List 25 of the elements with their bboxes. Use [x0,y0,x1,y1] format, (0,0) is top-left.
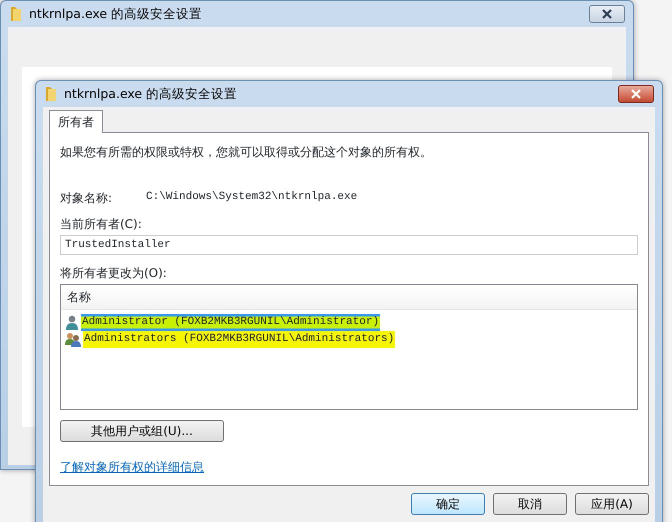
field-label: 当前所有者(C): [60,216,143,233]
folder-icon [9,6,23,22]
field-label: 对象名称: [60,190,114,207]
window-title: ntkrnlpa.exe 的高级安全设置 [29,4,202,23]
dialog-button[interactable]: 确定 [411,493,485,515]
list-item[interactable]: Administrators (FOXB2MKB3RGUNIL\Administrators) [83,331,396,348]
tab[interactable]: 所有者 [49,110,103,133]
intro-text: 如果您有所需的权限或特权，您就可以取得或分配这个对象的所有权。 [60,144,433,161]
help-link[interactable]: 了解对象所有权的详细信息 [60,460,204,474]
user-icon [65,315,79,330]
column-header[interactable]: 名称 [67,290,91,304]
field-label: 将所有者更改为(O): [60,265,168,282]
close-button[interactable] [618,85,654,103]
object-path: C:\Windows\System32\ntkrnlpa.exe [146,190,358,205]
dialog-button[interactable]: 取消 [493,493,567,515]
window-title: ntkrnlpa.exe 的高级安全设置 [64,84,238,103]
owner-field[interactable]: TrustedInstaller [60,235,638,255]
close-icon [630,89,642,99]
close-icon [601,9,613,19]
dialog-button[interactable]: 应用(A) [575,493,649,515]
close-button[interactable] [589,5,625,23]
list-item[interactable]: Administrator (FOXB2MKB3RGUNIL\Administrator) [81,314,380,331]
folder-icon [44,86,58,102]
other-users-button[interactable]: 其他用户或组(U)... [60,420,224,442]
user-group-icon [65,332,81,347]
